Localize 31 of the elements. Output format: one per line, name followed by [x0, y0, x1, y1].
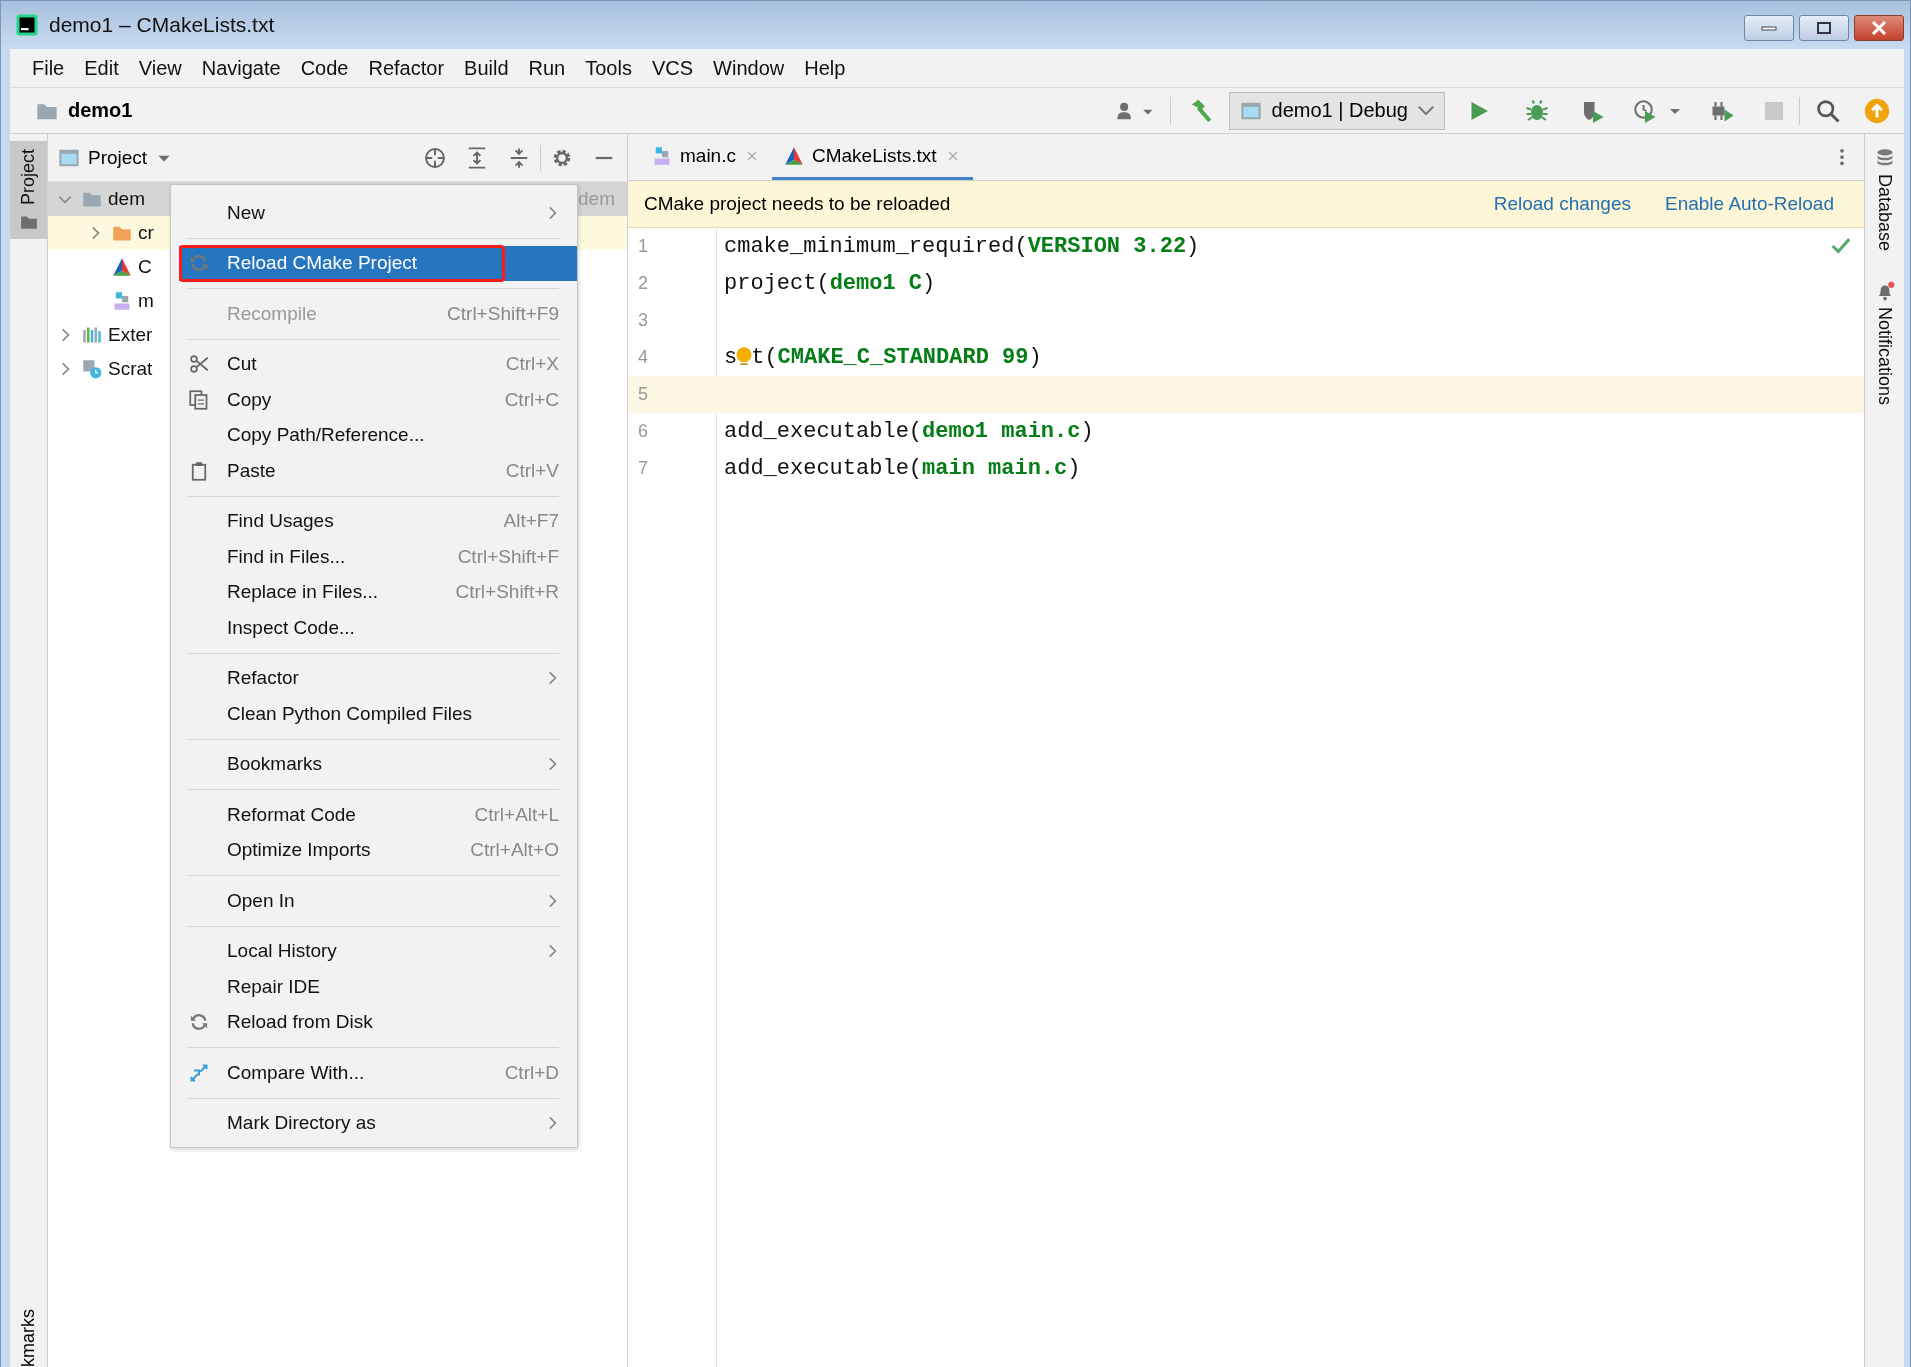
tree-item-label: C — [138, 256, 152, 278]
shortcut-label: Ctrl+X — [505, 353, 559, 376]
line-number: 2 — [637, 273, 649, 294]
shortcut-label: Ctrl+Shift+F9 — [447, 302, 559, 325]
shortcut-label: Ctrl+Shift+R — [455, 581, 559, 604]
tree-item-label: dem — [108, 188, 145, 210]
line-number: 6 — [637, 421, 649, 442]
shortcut-label: Ctrl+Shift+F — [457, 545, 559, 568]
shortcut-label: Ctrl+V — [505, 459, 559, 482]
line-number: 7 — [637, 458, 649, 479]
window-title: demo1 – CMakeLists.txt — [49, 13, 276, 37]
line-number: 5 — [637, 384, 649, 405]
tree-item-label: m — [138, 290, 154, 312]
tree-item-label: cr — [138, 222, 154, 244]
shortcut-label: Ctrl+C — [504, 388, 559, 411]
shortcut-label: Ctrl+D — [504, 1061, 559, 1084]
tree-item-label: Exter — [108, 324, 153, 346]
shortcut-label: Ctrl+Alt+O — [470, 839, 559, 862]
line-number: 1 — [637, 236, 649, 257]
banner-message: CMake project needs to be reloaded — [644, 193, 952, 215]
shortcut-label: Alt+F7 — [503, 510, 559, 533]
path-hint: dem — [578, 188, 615, 210]
code-line: project(demo1 C) — [724, 271, 936, 296]
shortcut-label: Ctrl+Alt+L — [474, 803, 559, 826]
code-line: cmake_minimum_required(VERSION 3.22) — [724, 234, 1200, 259]
code-line: add_executable(demo1 main.c) — [724, 419, 1094, 444]
code-line: add_executable(main main.c) — [724, 456, 1081, 481]
line-number: 3 — [637, 310, 649, 331]
tree-item-label: Scrat — [108, 358, 153, 380]
line-number: 4 — [637, 347, 649, 368]
code-line: s t(CMAKE_C_STANDARD 99) — [724, 345, 1042, 370]
